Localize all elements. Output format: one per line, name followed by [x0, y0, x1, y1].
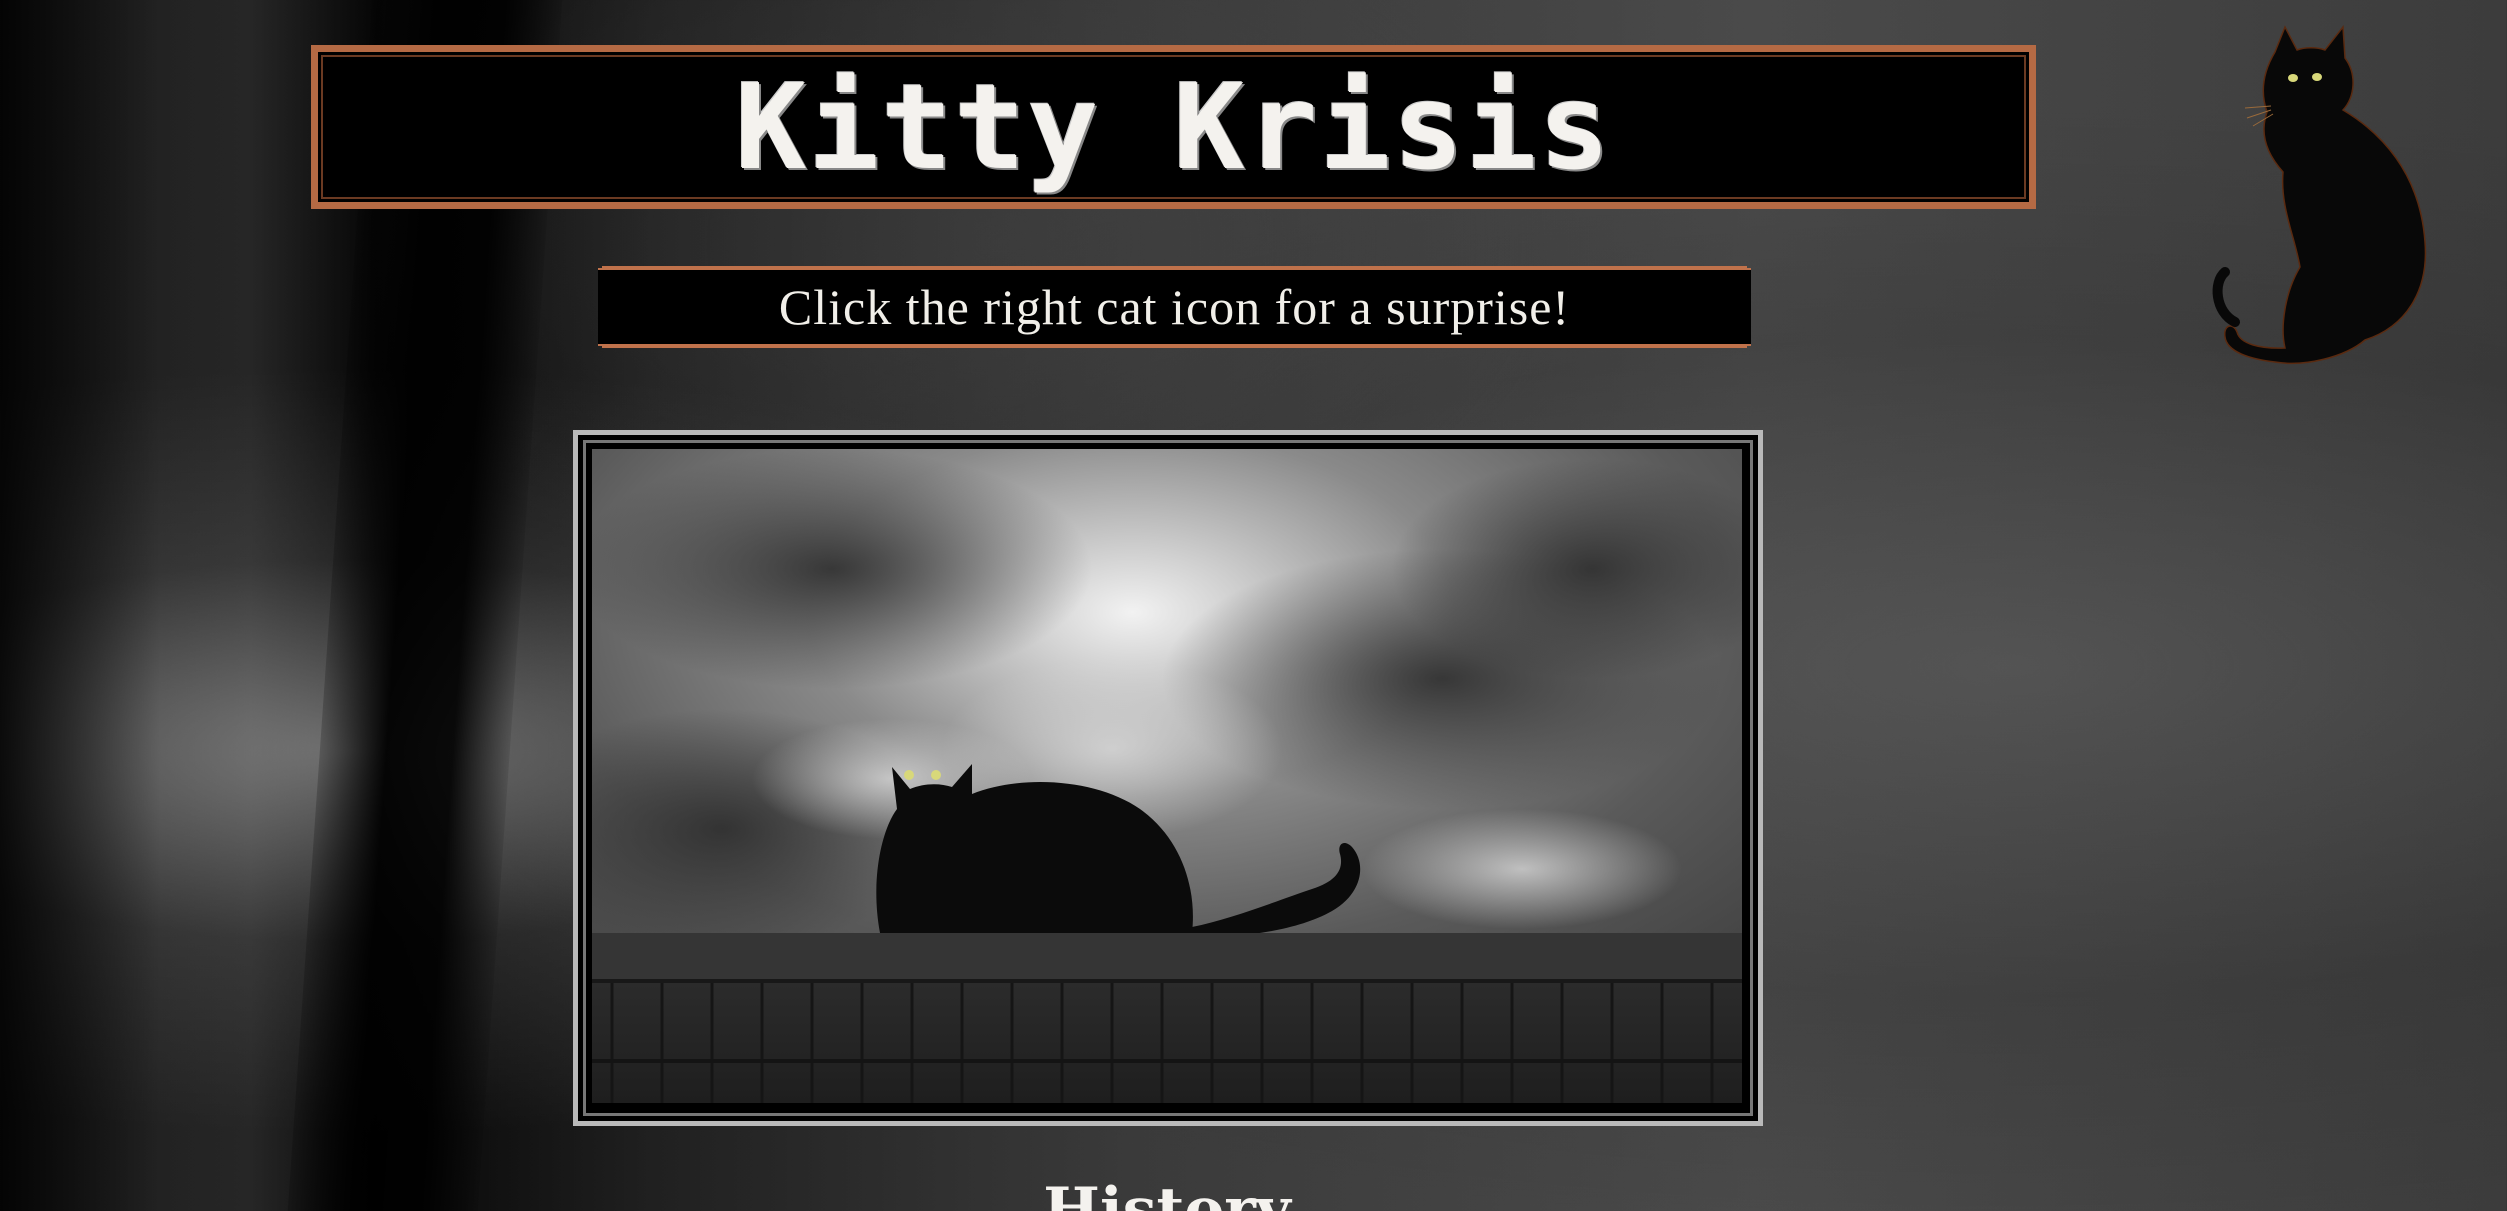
black-cat-icon-graphic	[2212, 24, 2427, 365]
cat-eye-left	[904, 770, 914, 780]
page-title: Kitty Krisis	[735, 58, 1612, 196]
page-subtitle: Click the right cat icon for a surprise!	[778, 279, 1571, 335]
hero-image-frame	[573, 430, 1763, 1126]
black-cat-on-fence-image	[592, 449, 1742, 1103]
subtitle-banner: Click the right cat icon for a surprise!	[598, 268, 1751, 346]
background-tree-shadow-left	[0, 0, 160, 1211]
black-cat-icon[interactable]	[2205, 22, 2445, 382]
title-banner: Kitty Krisis	[311, 45, 2036, 209]
cat-eye-right	[931, 770, 941, 780]
section-heading-history: History	[1043, 1175, 1291, 1211]
hero-image	[592, 449, 1742, 1103]
